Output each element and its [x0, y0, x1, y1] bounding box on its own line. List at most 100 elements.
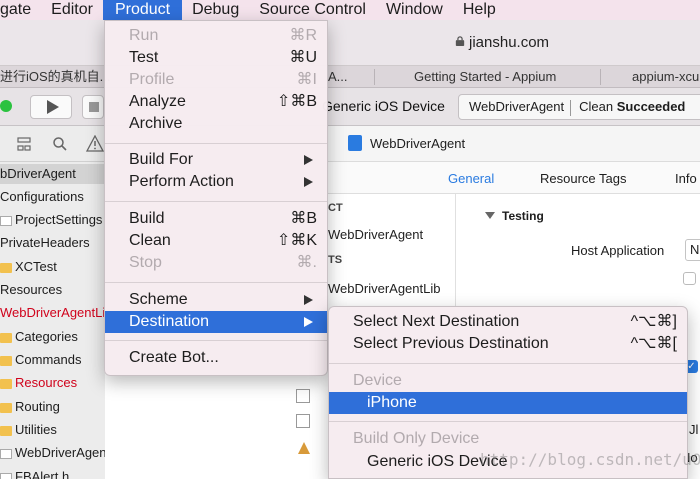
menu-item-label: iPhone [367, 394, 417, 411]
menu-item-profile[interactable]: Profile ⌘I [105, 69, 327, 91]
tab-general[interactable]: General [448, 171, 494, 186]
menu-item-label: Test [129, 49, 159, 66]
embedded-files [296, 386, 328, 476]
nav-item-categories[interactable]: Categories [0, 327, 78, 347]
nav-item-configurations[interactable]: Configurations [0, 187, 84, 207]
browser-tab[interactable]: A... [328, 66, 368, 88]
tab-resource-tags[interactable]: Resource Tags [540, 171, 626, 186]
menu-item-create-bot[interactable]: Create Bot... [105, 347, 327, 369]
folder-icon [0, 425, 12, 436]
menu-item-iphone[interactable]: iPhone [329, 392, 687, 414]
status-divider [570, 99, 572, 116]
menu-item-clean[interactable]: Clean ⇧⌘K [105, 230, 327, 252]
menu-product[interactable]: Product [102, 0, 183, 20]
nav-item-privateheaders[interactable]: PrivateHeaders [0, 233, 90, 253]
menu-item-label: Destination [129, 313, 210, 330]
nav-item-label: Categories [15, 329, 78, 344]
browser-tab[interactable]: appium-xcu [632, 66, 700, 88]
submenu-arrow-icon [304, 177, 313, 187]
activity-status: WebDriverAgent Clean Succeeded [458, 94, 700, 120]
nav-item-project[interactable]: bDriverAgent [0, 164, 105, 184]
menu-item-select-next-destination[interactable]: Select Next Destination ^⌥⌘] [329, 311, 687, 333]
url-text: jianshu.com [469, 34, 550, 51]
menu-source-control[interactable]: Source Control [249, 0, 376, 20]
nav-item-routing[interactable]: Routing [0, 397, 60, 417]
jump-bar: WebDriverAgent [328, 126, 700, 162]
tab-info[interactable]: Info [675, 171, 697, 186]
menu-item-archive[interactable]: Archive [105, 113, 327, 135]
stop-button[interactable] [82, 95, 104, 119]
menu-item-test[interactable]: Test ⌘U [105, 47, 327, 69]
submenu-arrow-icon [304, 295, 313, 305]
nav-item-fbalert-h[interactable]: FBAlert.h [0, 467, 69, 479]
watermark: http://blog.csdn.net/u012873868 [480, 450, 700, 469]
file-icon [0, 215, 12, 226]
nav-item-resources[interactable]: Resources [0, 280, 62, 300]
nav-item-resources-folder[interactable]: Resources [0, 373, 77, 393]
warning-icon[interactable] [86, 135, 104, 152]
hierarchy-icon[interactable] [16, 136, 32, 152]
targets-section-header: CT [328, 202, 343, 214]
menu-help[interactable]: Help [453, 0, 506, 20]
nav-item-label: PrivateHeaders [0, 235, 90, 250]
browser-tab[interactable]: 进行iOS的真机自... [0, 66, 112, 88]
run-button[interactable] [30, 95, 72, 119]
menu-window[interactable]: Window [376, 0, 453, 20]
nav-item-label: Commands [15, 352, 82, 367]
nav-item-utilities[interactable]: Utilities [0, 420, 57, 440]
folder-icon [0, 378, 12, 389]
menu-item-select-previous-destination[interactable]: Select Previous Destination ^⌥⌘[ [329, 333, 687, 355]
browser-tab[interactable]: Getting Started - Appium [414, 66, 584, 88]
header-file-icon [0, 472, 12, 479]
target-webdriveragent[interactable]: WebDriverAgent [328, 227, 423, 242]
menu-item-analyze[interactable]: Analyze ⇧⌘B [105, 91, 327, 113]
submenu-arrow-icon [304, 317, 313, 327]
scheme-destination-label[interactable]: Generic iOS Device [322, 95, 445, 119]
menu-item-label: Create Bot... [129, 349, 219, 366]
lock-icon [455, 36, 465, 46]
disclosure-triangle-icon[interactable] [485, 212, 495, 219]
menu-item-stop[interactable]: Stop ⌘. [105, 252, 327, 274]
menu-item-label: Select Previous Destination [353, 335, 549, 352]
menu-separator [105, 340, 327, 341]
menu-item-scheme[interactable]: Scheme [105, 289, 327, 311]
file-icon [296, 389, 310, 403]
project-navigator: bDriverAgent Configurations ProjectSetti… [0, 162, 138, 479]
menu-item-label: Build For [129, 151, 194, 168]
menu-section-device: Device [329, 370, 687, 392]
target-webdriveragentlib[interactable]: WebDriverAgentLib [328, 281, 440, 296]
menu-item-shortcut: ⇧⌘B [276, 93, 317, 110]
checkbox[interactable] [683, 272, 696, 285]
section-testing: Testing [502, 209, 544, 223]
menu-item-label: Archive [129, 115, 183, 132]
menu-item-build[interactable]: Build ⌘B [105, 208, 327, 230]
menu-bar: gate Editor Product Debug Source Control… [0, 0, 700, 20]
window-zoom-button[interactable] [0, 100, 12, 112]
menu-debug[interactable]: Debug [182, 0, 249, 20]
menu-separator [105, 201, 327, 202]
nav-item-label: Utilities [15, 422, 57, 437]
nav-item-label: Resources [15, 375, 78, 390]
menu-item-run[interactable]: Run ⌘R [105, 25, 327, 47]
menu-item-shortcut: ⌘R [289, 27, 317, 44]
search-icon[interactable] [52, 136, 68, 152]
menu-item-perform-action[interactable]: Perform Action [105, 171, 327, 193]
menu-item-label: Run [129, 27, 159, 44]
folder-icon [0, 262, 12, 273]
menu-item-shortcut: ^⌥⌘] [630, 313, 677, 330]
jump-bar-project[interactable]: WebDriverAgent [370, 136, 465, 151]
nav-item-projectsettings[interactable]: ProjectSettings [0, 210, 102, 230]
menu-editor[interactable]: Editor [41, 0, 103, 20]
menu-item-label: Select Next Destination [353, 313, 520, 330]
menu-item-build-for[interactable]: Build For [105, 149, 327, 171]
nav-item-label: bDriverAgent [0, 166, 76, 181]
nav-item-commands[interactable]: Commands [0, 350, 81, 370]
targets-section-header: TS [328, 254, 343, 266]
host-application-select[interactable]: N [685, 239, 700, 261]
project-icon [348, 135, 362, 151]
nav-item-xctest[interactable]: XCTest [0, 257, 57, 277]
nav-item-webdriveragentlib[interactable]: WebDriverAgentLi [0, 303, 105, 323]
menu-item-destination[interactable]: Destination [105, 311, 327, 333]
menu-navigate[interactable]: gate [0, 0, 41, 20]
nav-item-label: WebDriverAgentLi [0, 305, 106, 320]
